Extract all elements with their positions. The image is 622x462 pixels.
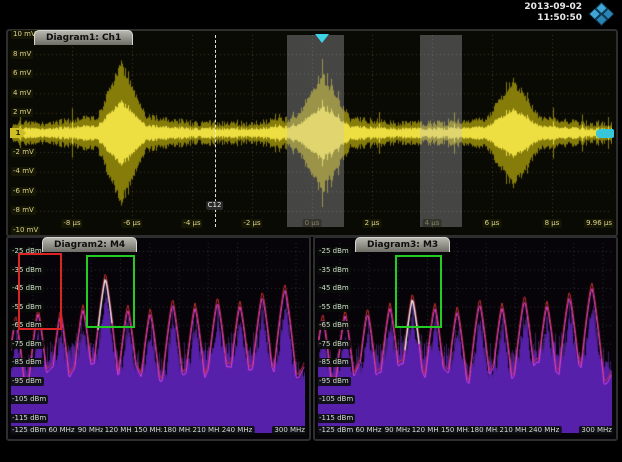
axis-label-y: -8 mV <box>11 206 36 215</box>
tab-diagram3[interactable]: Diagram3: M3 <box>355 237 450 252</box>
axis-label-y: 4 mV <box>11 89 33 98</box>
axis-label-y: -65 dBm <box>317 321 351 330</box>
axis-label-y: -125 dBm <box>10 426 48 435</box>
diagram1-time-domain: Diagram1: Ch1 10 mV8 mV6 mV4 mV2 mV-2 mV… <box>6 29 618 237</box>
diagram1-overlay: 10 mV8 mV6 mV4 mV2 mV-2 mV-4 mV-6 mV-8 m… <box>8 31 616 235</box>
axis-label-y: -75 dBm <box>10 340 44 349</box>
top-bar: 2013-09-02 11:50:50 <box>0 0 622 28</box>
axis-label-x: 4 µs <box>423 219 442 228</box>
rohde-schwarz-logo-icon <box>588 2 615 26</box>
zoom-gate[interactable] <box>420 35 462 227</box>
axis-label-y: -115 dBm <box>317 414 355 423</box>
trigger-level-marker[interactable] <box>596 129 614 138</box>
tab-diagram1[interactable]: Diagram1: Ch1 <box>34 30 133 45</box>
axis-label-x: 8 µs <box>543 219 562 228</box>
axis-label-y: -85 dBm <box>317 358 351 367</box>
axis-label-x: 9.96 µs <box>584 219 614 228</box>
axis-label-y: -35 dBm <box>317 266 351 275</box>
axis-label-x: 300 MHz <box>579 426 614 435</box>
axis-label-x: 0 µs <box>303 219 322 228</box>
axis-label-x: 6 µs <box>483 219 502 228</box>
axis-label-y: -115 dBm <box>10 414 48 423</box>
axis-label-y: 8 mV <box>11 50 33 59</box>
axis-label-y: -105 dBm <box>10 395 48 404</box>
axis-label-x: -4 µs <box>181 219 202 228</box>
zoom-gate[interactable] <box>287 35 344 227</box>
trigger-position-icon[interactable] <box>315 34 329 43</box>
channel1-offset-marker[interactable]: 1 <box>10 128 26 138</box>
datetime-display: 2013-09-02 11:50:50 <box>524 2 582 25</box>
cursor-label: C12 <box>206 201 224 210</box>
highlight-box <box>395 255 442 328</box>
axis-label-x: 60 MHz <box>353 426 383 435</box>
diagram3-overlay: -25 dBm -35 dBm -45 dBm -55 dBm -65 dBm -75 d… <box>315 238 616 439</box>
axis-label-y: -4 mV <box>11 167 36 176</box>
tab-diagram2[interactable]: Diagram2: M4 <box>42 237 137 252</box>
axis-label-y: 6 mV <box>11 69 33 78</box>
axis-label-x: 60 MHz <box>46 426 76 435</box>
axis-label-x: 300 MHz <box>272 426 307 435</box>
axis-label-y: -10 mV <box>11 226 40 235</box>
axis-label-y: -6 mV <box>11 187 36 196</box>
axis-label-y: -95 dBm <box>10 377 44 386</box>
axis-label-y: -25 dBm <box>317 247 351 256</box>
axis-label-y: -105 dBm <box>317 395 355 404</box>
axis-label-y: -95 dBm <box>317 377 351 386</box>
time-label: 11:50:50 <box>524 13 582 24</box>
axis-label-y: -45 dBm <box>317 284 351 293</box>
diagram3-spectrum-m3: Diagram3: M3 -25 dBm -35 dBm -45 dBm -55 dB… <box>313 236 618 441</box>
axis-label-x: -8 µs <box>61 219 82 228</box>
cursor-line-c12[interactable] <box>215 35 216 227</box>
date-label: 2013-09-02 <box>524 2 582 13</box>
axis-label-x: -2 µs <box>241 219 262 228</box>
diagram2-overlay: -25 dBm-35 dBm-45 dBm-55 dBm-65 dBm-75 d… <box>8 238 309 439</box>
axis-label-y: -125 dBm <box>317 426 355 435</box>
highlight-box <box>18 253 62 330</box>
axis-label-y: -55 dBm <box>317 303 351 312</box>
axis-label-x: 90 MHz <box>76 426 106 435</box>
diagram2-spectrum-m4: Diagram2: M4 -25 dBm-35 dBm-45 dBm-55 dB… <box>6 236 311 441</box>
axis-label-x: -6 µs <box>121 219 142 228</box>
axis-label-y: 2 mV <box>11 108 33 117</box>
axis-label-x: 2 µs <box>363 219 382 228</box>
axis-label-y: -85 dBm <box>10 358 44 367</box>
axis-label-y: -2 mV <box>11 148 36 157</box>
axis-label-y: -75 dBm <box>317 340 351 349</box>
axis-label-x: 240 MHz <box>527 426 562 435</box>
oscilloscope-screen: 2013-09-02 11:50:50 Diagram1: Ch1 10 mV8… <box>0 0 622 462</box>
axis-label-x: 90 MHz <box>383 426 413 435</box>
highlight-box <box>86 255 135 328</box>
axis-label-x: 240 MHz <box>220 426 255 435</box>
